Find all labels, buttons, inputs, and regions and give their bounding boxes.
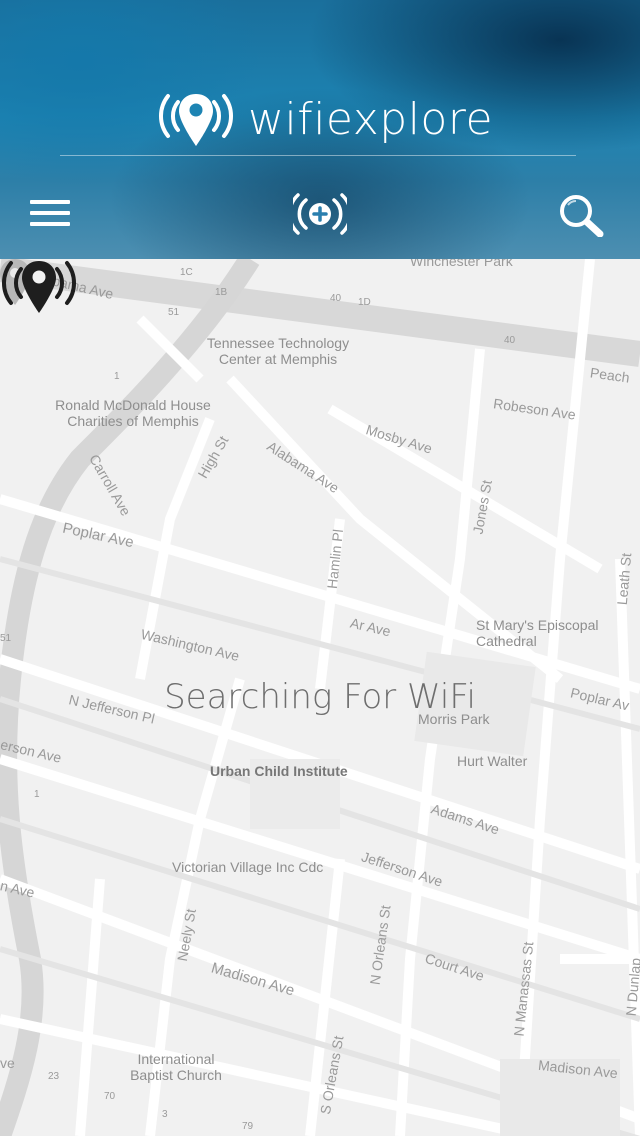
place-label: Victorian Village Inc Cdc [172,859,324,875]
header-divider [60,155,576,156]
street-label: ve [0,1055,15,1071]
highway-shield: 51 [168,307,180,318]
app-title: wifiexplore [248,94,494,145]
wifi-location-pin-icon [1,261,77,313]
place-label: Ronald McDonald House Charities of Memph… [55,397,211,429]
highway-shield: 70 [104,1091,116,1102]
add-wifi-hotspot-icon[interactable] [293,193,347,235]
app-header: wifiexplore [0,0,640,259]
search-icon[interactable] [558,193,604,237]
highway-shield: 1D [358,297,371,308]
highway-shield: 51 [0,633,12,644]
highway-shield: 40 [504,335,516,346]
place-label: Hurt Walter [457,753,528,769]
highway-shield: 1 [114,371,120,382]
highway-shield: 1C [180,267,193,278]
hamburger-menu-icon [30,200,70,204]
place-label: Tennessee Technology Center at Memphis [206,335,350,367]
highway-shield: 79 [242,1121,254,1132]
highway-shield: 1 [34,789,40,800]
place-label: International Baptist Church [130,1051,222,1083]
highway-shield: 40 [330,293,342,304]
street-label: Winchester Park [410,259,513,269]
menu-button[interactable] [30,200,70,228]
brand-logo: wifiexplore [0,88,640,152]
searching-status-text: Searching For WiFi [164,677,476,717]
wifi-location-pin-icon [158,94,234,146]
place-label: Urban Child Institute [210,763,348,779]
map-view[interactable]: Winchester Park Alabama Ave Alabama Ave … [0,259,640,1136]
highway-shield: 3 [162,1109,168,1120]
highway-shield: 23 [48,1071,60,1082]
place-label: St Mary's Episcopal Cathedral [476,617,599,649]
highway-shield: 1B [215,287,228,298]
